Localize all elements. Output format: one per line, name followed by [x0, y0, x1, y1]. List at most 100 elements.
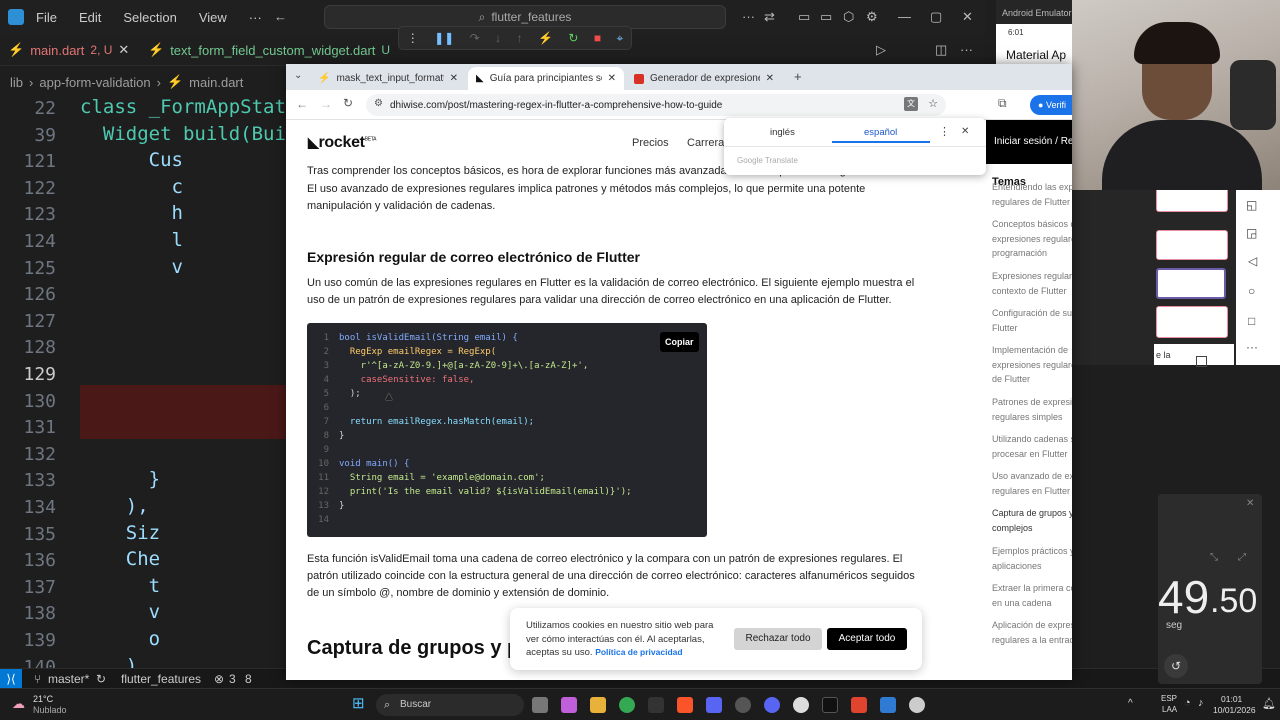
clock-date[interactable]: 10/01/2026: [1213, 705, 1256, 715]
tiktok-icon[interactable]: [822, 697, 838, 713]
minimize-icon[interactable]: —: [898, 9, 911, 24]
rotate-right-icon[interactable]: ◲: [1246, 226, 1257, 240]
terminal-icon[interactable]: [648, 697, 664, 713]
more-icon[interactable]: ···: [742, 9, 755, 24]
brave-icon[interactable]: [677, 697, 693, 713]
task-view-icon[interactable]: [532, 697, 548, 713]
text-field-3[interactable]: [1156, 268, 1226, 299]
lang-english-tab[interactable]: inglés: [770, 127, 795, 138]
step-over-icon[interactable]: ↷: [470, 31, 480, 45]
more-menu-icon[interactable]: ···: [249, 10, 262, 25]
close-tab-icon[interactable]: ✕: [766, 73, 774, 84]
toc-item[interactable]: Expresiones regulares en el contexto de …: [992, 269, 1072, 298]
checkbox[interactable]: [1196, 356, 1207, 367]
tab-main-dart[interactable]: ⚡ main.dart 2, U ✕: [8, 34, 129, 66]
menu-file[interactable]: File: [36, 10, 57, 25]
close-tab-icon[interactable]: ✕: [608, 73, 616, 84]
text-field-4[interactable]: [1156, 306, 1228, 338]
menu-edit[interactable]: Edit: [79, 10, 101, 25]
app-icon-6[interactable]: [909, 697, 925, 713]
bookmark-star-icon[interactable]: ☆: [928, 97, 938, 110]
inspect-icon[interactable]: ⌖: [617, 31, 624, 46]
expand-icon[interactable]: ⤢: [1238, 552, 1246, 563]
wifi-icon[interactable]: ◔: [1184, 697, 1191, 709]
address-bar[interactable]: ⚙ dhiwise.com/post/mastering-regex-in-fl…: [366, 94, 946, 116]
stop-icon[interactable]: ■: [594, 31, 601, 45]
more-options-icon[interactable]: ···: [1246, 340, 1258, 354]
new-tab-icon[interactable]: +: [794, 69, 802, 84]
split-editor-icon[interactable]: ◫: [935, 42, 947, 58]
reset-icon[interactable]: ↺: [1164, 654, 1188, 678]
toc-item[interactable]: Conceptos básicos de expresiones regular…: [992, 217, 1072, 261]
extensions-icon[interactable]: ⧉: [998, 96, 1007, 111]
toc-item[interactable]: Entendiendo las expresiones regulares de…: [992, 180, 1072, 209]
text-field-1[interactable]: [1156, 188, 1228, 212]
tray-chevron-icon[interactable]: ^: [1128, 698, 1133, 709]
swap-icon[interactable]: ⇄: [764, 9, 775, 25]
weather-text[interactable]: Nublado: [33, 705, 67, 715]
volume-icon[interactable]: ♪: [1198, 697, 1204, 709]
chrome-icon[interactable]: [619, 697, 635, 713]
text-field-2[interactable]: [1156, 230, 1228, 260]
toc-item[interactable]: Utilizando cadenas sin procesar en Flutt…: [992, 432, 1072, 461]
privacy-policy-link[interactable]: Política de privacidad: [595, 647, 682, 657]
layout-panel-icon[interactable]: ▭: [820, 9, 832, 25]
run-icon[interactable]: ▷: [876, 42, 886, 58]
branch-name[interactable]: master*: [48, 672, 89, 686]
clock-time[interactable]: 01:01: [1221, 694, 1242, 704]
toc-item[interactable]: Patrones de expresiones regulares simple…: [992, 395, 1072, 424]
close-translate-icon[interactable]: ✕: [961, 126, 969, 137]
translate-options-icon[interactable]: ⋮: [939, 125, 950, 138]
toc-item[interactable]: Captura de grupos y patrones complejos: [992, 506, 1072, 535]
toc-item[interactable]: Configuración de su entorno Flutter: [992, 306, 1072, 335]
notification-bell-icon[interactable]: 🔔︎: [1262, 697, 1276, 710]
app-icon-2[interactable]: [735, 697, 751, 713]
copilot-icon[interactable]: [561, 697, 577, 713]
step-into-icon[interactable]: ↓: [495, 31, 501, 45]
forward-icon[interactable]: →: [320, 97, 332, 111]
toc-item[interactable]: Extraer la primera coincidencia en una c…: [992, 581, 1072, 610]
weather-temp[interactable]: 21°C: [33, 694, 53, 704]
rotate-icon[interactable]: ◱: [1246, 198, 1257, 212]
rocket-logo[interactable]: ◣rocketBETA: [308, 134, 376, 152]
nav-precios[interactable]: Precios: [632, 137, 669, 149]
extension-cube-icon[interactable]: ⬡: [843, 9, 854, 25]
hot-reload-icon[interactable]: ⚡: [538, 31, 553, 45]
remote-icon[interactable]: ⟩⟨: [0, 669, 22, 689]
close-tab-icon[interactable]: ✕: [118, 42, 129, 58]
tab-generador[interactable]: Generador de expresiones regu ✕: [626, 67, 782, 90]
tab-guia-regex[interactable]: ◣ Guía para principiantes sobre l ✕: [468, 67, 624, 90]
file-explorer-icon[interactable]: [590, 697, 606, 713]
verify-profile-chip[interactable]: ● Verifi: [1030, 95, 1072, 115]
tab-mask-text[interactable]: ⚡ mask_text_input_formatter | Flu ✕: [310, 67, 466, 90]
discord-icon[interactable]: [764, 697, 780, 713]
drag-handle-icon[interactable]: ⋮: [407, 31, 419, 45]
lang-indicator[interactable]: ESP: [1161, 694, 1177, 703]
signin-button[interactable]: Iniciar sesión / Re: [986, 120, 1072, 164]
menu-view[interactable]: View: [199, 10, 227, 25]
more-actions-icon[interactable]: ···: [960, 42, 973, 57]
back-icon[interactable]: ←: [296, 97, 308, 111]
app-icon-4[interactable]: [851, 697, 867, 713]
back-arrow-icon[interactable]: ←: [274, 9, 287, 24]
reject-all-button[interactable]: Rechazar todo: [734, 628, 822, 650]
close-icon[interactable]: ✕: [1246, 498, 1254, 509]
back-nav-icon[interactable]: ◁: [1248, 254, 1257, 268]
home-nav-icon[interactable]: ○: [1248, 284, 1255, 298]
step-out-icon[interactable]: ↑: [517, 31, 523, 45]
maximize-icon[interactable]: ▢: [930, 9, 942, 25]
warnings-count[interactable]: 8: [245, 672, 252, 686]
translate-icon[interactable]: 文: [904, 97, 918, 111]
toc-item[interactable]: Implementación de expresiones regulares …: [992, 343, 1072, 387]
layout-sidebar-icon[interactable]: ▭: [798, 9, 810, 25]
lang-indicator-2[interactable]: LAA: [1162, 705, 1177, 714]
app-icon-5[interactable]: [880, 697, 896, 713]
lang-spanish-tab[interactable]: español: [864, 127, 897, 138]
settings-gear-icon[interactable]: ⚙: [866, 9, 878, 25]
accept-all-button[interactable]: Aceptar todo: [827, 628, 907, 650]
pause-icon[interactable]: ❚❚: [434, 31, 454, 45]
close-tab-icon[interactable]: ✕: [450, 73, 458, 84]
reload-icon[interactable]: ↻: [343, 96, 353, 110]
copy-button[interactable]: Copiar: [660, 332, 699, 352]
restart-icon[interactable]: ↻: [568, 31, 578, 45]
